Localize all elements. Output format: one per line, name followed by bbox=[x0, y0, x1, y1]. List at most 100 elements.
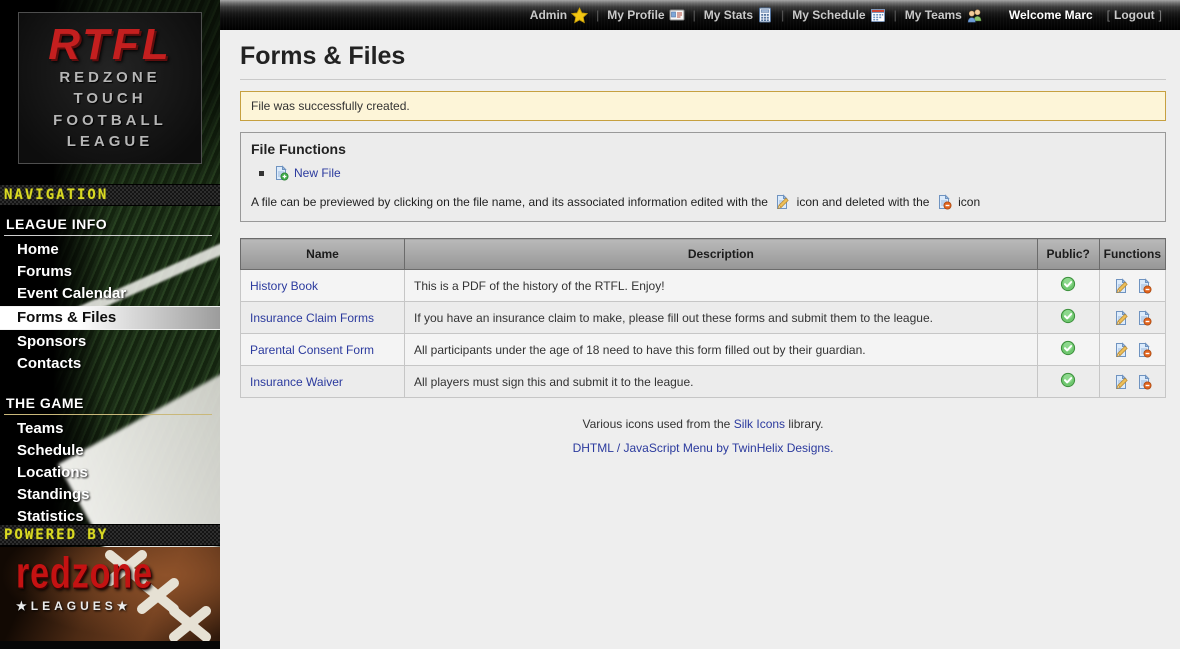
page-title: Forms & Files bbox=[240, 42, 1166, 71]
calculator-icon bbox=[757, 7, 773, 23]
powered-by-led-bar: POWERED BY bbox=[0, 524, 220, 546]
sidebar-item-teams[interactable]: Teams bbox=[0, 418, 220, 440]
page-edit-icon[interactable] bbox=[1113, 374, 1129, 390]
redzone-leagues-logo[interactable]: redzone ★LEAGUES★ bbox=[0, 547, 220, 641]
topbar-separator: | bbox=[781, 8, 784, 22]
new-file-link[interactable]: New File bbox=[294, 166, 341, 180]
sidebar-item-schedule[interactable]: Schedule bbox=[0, 440, 220, 462]
topbar-my-stats-label: My Stats bbox=[704, 8, 753, 22]
logo-word: TOUCH bbox=[19, 88, 201, 109]
file-functions-hint: A file can be previewed by clicking on t… bbox=[251, 193, 1155, 211]
topbar-admin-link[interactable]: Admin bbox=[530, 7, 588, 24]
file-functions-panel: File Functions New File A file can be pr… bbox=[240, 132, 1166, 222]
sidebar: RTFL REDZONE TOUCH FOOTBALL LEAGUE NAVIG… bbox=[0, 0, 220, 649]
sidebar-item-sponsors[interactable]: Sponsors bbox=[0, 331, 220, 353]
column-header-description: Description bbox=[405, 239, 1038, 270]
sidebar-item-contacts[interactable]: Contacts bbox=[0, 353, 220, 375]
topbar-my-schedule-label: My Schedule bbox=[792, 8, 865, 22]
logout-link[interactable]: Logout bbox=[1114, 8, 1155, 22]
files-table: Name Description Public? Functions Histo… bbox=[240, 238, 1166, 398]
new-file-row: New File bbox=[259, 165, 1155, 181]
topbar-my-schedule-link[interactable]: My Schedule bbox=[792, 7, 885, 23]
sidebar-item-locations[interactable]: Locations bbox=[0, 462, 220, 484]
credit-text: by bbox=[716, 441, 729, 455]
file-description: If you have an insurance claim to make, … bbox=[405, 302, 1038, 334]
topbar: Admin | My Profile | My Stats | My Sched… bbox=[220, 0, 1180, 30]
menu-credit: DHTML / JavaScript Menu by TwinHelix Des… bbox=[240, 441, 1166, 455]
twinhelix-link[interactable]: TwinHelix Designs bbox=[732, 441, 830, 455]
credit-text: Various icons used from the bbox=[582, 417, 730, 431]
page-edit-icon[interactable] bbox=[1113, 310, 1129, 326]
sidebar-item-home[interactable]: Home bbox=[0, 239, 220, 261]
league-logo: RTFL REDZONE TOUCH FOOTBALL LEAGUE bbox=[18, 12, 202, 164]
page-edit-icon[interactable] bbox=[1113, 278, 1129, 294]
menu-heading-league-info: LEAGUE INFO bbox=[4, 216, 212, 236]
list-bullet bbox=[259, 171, 264, 176]
table-row: Insurance Claim Forms If you have an ins… bbox=[241, 302, 1166, 334]
file-functions-title: File Functions bbox=[251, 141, 1155, 157]
redzone-logo-subtext: ★LEAGUES★ bbox=[16, 599, 132, 613]
topbar-separator: | bbox=[693, 8, 696, 22]
file-name-link[interactable]: Insurance Waiver bbox=[250, 375, 343, 389]
sidebar-item-event-calendar[interactable]: Event Calendar bbox=[0, 283, 220, 305]
icons-credit: Various icons used from the Silk Icons l… bbox=[240, 417, 1166, 431]
topbar-admin-label: Admin bbox=[530, 8, 567, 22]
title-divider bbox=[240, 79, 1166, 80]
powered-by-label: POWERED BY bbox=[4, 527, 108, 543]
logo-word: LEAGUE bbox=[19, 131, 201, 152]
file-description: All players must sign this and submit it… bbox=[405, 366, 1038, 398]
file-name-link[interactable]: History Book bbox=[250, 279, 318, 293]
sidebar-item-forums[interactable]: Forums bbox=[0, 261, 220, 283]
hint-text: icon bbox=[958, 195, 980, 209]
main-content: Forms & Files File was successfully crea… bbox=[220, 30, 1180, 649]
table-header-row: Name Description Public? Functions bbox=[241, 239, 1166, 270]
table-row: Insurance Waiver All players must sign t… bbox=[241, 366, 1166, 398]
file-name-link[interactable]: Insurance Claim Forms bbox=[250, 311, 374, 325]
hint-text: icon and deleted with the bbox=[797, 195, 930, 209]
page-edit-icon[interactable] bbox=[1113, 342, 1129, 358]
logout-bracket: ] bbox=[1155, 8, 1166, 22]
page-delete-icon[interactable] bbox=[1136, 310, 1152, 326]
topbar-nav: Admin | My Profile | My Stats | My Sched… bbox=[530, 7, 983, 24]
flash-success-message: File was successfully created. bbox=[240, 91, 1166, 121]
hint-text: A file can be previewed by clicking on t… bbox=[251, 195, 768, 209]
navigation-led-bar: NAVIGATION bbox=[0, 184, 220, 206]
green-check-icon bbox=[1060, 372, 1076, 388]
navigation-led-label: NAVIGATION bbox=[4, 187, 108, 203]
page-delete-icon[interactable] bbox=[1136, 374, 1152, 390]
calendar-icon bbox=[870, 7, 886, 23]
topbar-my-teams-label: My Teams bbox=[905, 8, 962, 22]
file-description: All participants under the age of 18 nee… bbox=[405, 334, 1038, 366]
green-check-icon bbox=[1060, 340, 1076, 356]
page-delete-icon[interactable] bbox=[1136, 278, 1152, 294]
sidebar-bottom-strip bbox=[0, 641, 220, 649]
dhtml-menu-link[interactable]: DHTML / JavaScript Menu bbox=[573, 441, 713, 455]
page-delete-icon bbox=[936, 194, 952, 210]
table-row: History Book This is a PDF of the histor… bbox=[241, 270, 1166, 302]
page-add-icon[interactable] bbox=[273, 165, 289, 181]
topbar-my-profile-link[interactable]: My Profile bbox=[607, 7, 684, 23]
logout-wrap: [ Logout ] bbox=[1103, 8, 1166, 22]
topbar-my-stats-link[interactable]: My Stats bbox=[704, 7, 773, 23]
sidebar-item-standings[interactable]: Standings bbox=[0, 484, 220, 506]
credit-text: . bbox=[830, 441, 833, 455]
group-icon bbox=[966, 7, 983, 24]
silk-icons-link[interactable]: Silk Icons bbox=[734, 417, 785, 431]
page-edit-icon bbox=[774, 194, 790, 210]
logo-word: REDZONE bbox=[19, 67, 201, 88]
topbar-my-teams-link[interactable]: My Teams bbox=[905, 7, 983, 24]
table-row: Parental Consent Form All participants u… bbox=[241, 334, 1166, 366]
file-description: This is a PDF of the history of the RTFL… bbox=[405, 270, 1038, 302]
vcard-icon bbox=[669, 7, 685, 23]
logo-word: FOOTBALL bbox=[19, 110, 201, 131]
redzone-logo-text: redzone bbox=[16, 551, 153, 595]
column-header-name: Name bbox=[241, 239, 405, 270]
sidebar-item-forms-files[interactable]: Forms & Files bbox=[0, 306, 220, 330]
logout-bracket: [ bbox=[1103, 8, 1114, 22]
file-name-link[interactable]: Parental Consent Form bbox=[250, 343, 374, 357]
column-header-functions: Functions bbox=[1099, 239, 1165, 270]
topbar-my-profile-label: My Profile bbox=[607, 8, 664, 22]
page-delete-icon[interactable] bbox=[1136, 342, 1152, 358]
topbar-separator: | bbox=[596, 8, 599, 22]
credit-text: library. bbox=[788, 417, 823, 431]
